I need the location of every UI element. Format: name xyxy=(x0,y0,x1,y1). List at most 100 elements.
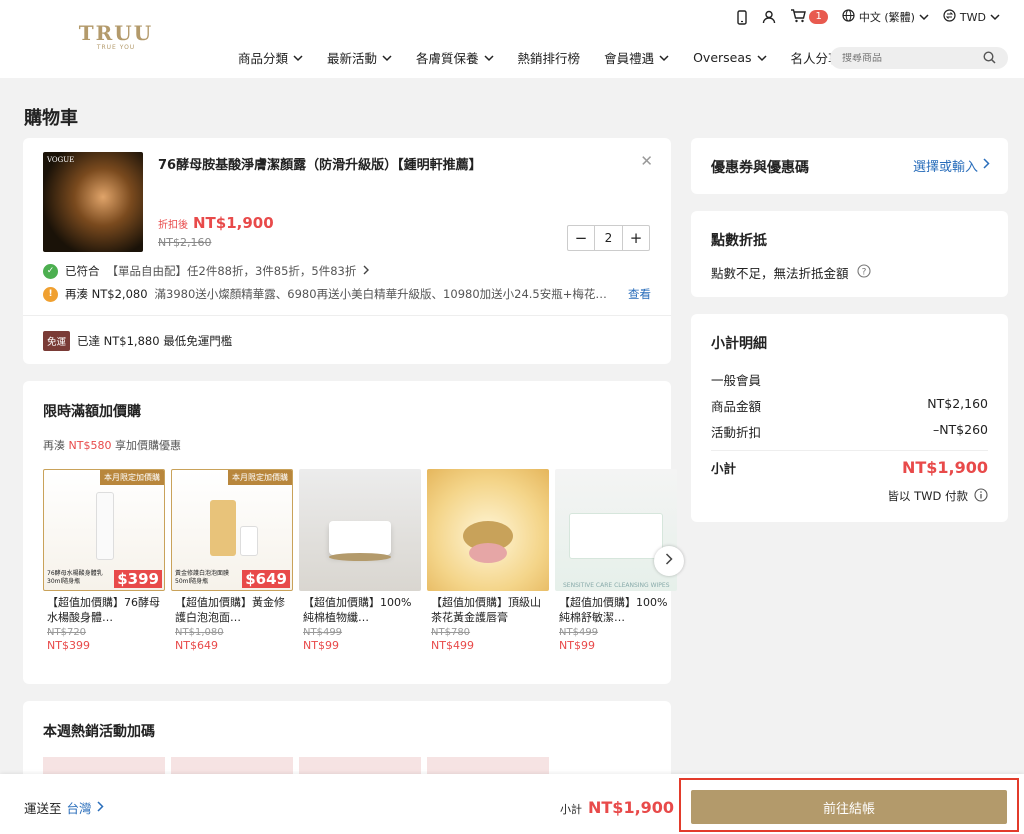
divider xyxy=(711,450,988,451)
product-name[interactable]: 76酵母胺基酸淨膚潔顏露（防滑升級版）【鍾明軒推薦】 xyxy=(158,154,482,173)
original-price: NT$2,160 xyxy=(158,236,212,249)
brand-name: TRUU xyxy=(78,21,154,45)
promo-more-row: ! 再湊 NT$2,080 滿3980送小燦顏精華露、6980再送小美白精華升級… xyxy=(43,286,651,302)
cart-count-badge: 1 xyxy=(809,10,828,24)
increase-quantity-button[interactable]: + xyxy=(623,226,649,250)
weekly-title: 本週熱銷活動加碼 xyxy=(43,724,155,740)
currency-label: TWD xyxy=(959,10,986,24)
subtotal-row: 小計 NT$1,900 xyxy=(711,458,988,477)
nav-item-label: 熱銷排行榜 xyxy=(517,51,581,66)
free-shipping-text: 已達 NT$1,880 最低免運門檻 xyxy=(77,334,233,348)
nav-item-label: Overseas xyxy=(693,50,752,65)
footer-subtotal: 小計 NT$1,900 xyxy=(560,798,674,817)
chevron-down-icon xyxy=(757,50,767,65)
ship-label: 運送至 xyxy=(24,801,62,816)
addon-product-image: 本月限定加價購 76酵母水楊酸身體乳 30ml隨身瓶 $399 xyxy=(43,469,165,591)
addon-price: NT$649 xyxy=(175,639,218,652)
addon-title: 限時滿額加價購 xyxy=(43,404,141,420)
addon-product-tile[interactable]: 【超值加價購】頂級山茶花黃金護唇膏 NT$780 NT$499 xyxy=(427,469,549,652)
cart-item-card: VOGUE 76酵母胺基酸淨膚潔顏露（防滑升級版）【鍾明軒推薦】 ✕ 折扣後 N… xyxy=(23,138,671,364)
addon-sub-suffix: 享加價購優惠 xyxy=(114,439,181,452)
addon-product-name: 【超值加價購】76酵母水楊酸身體… xyxy=(47,596,160,624)
addon-original-price: NT$720 xyxy=(47,627,87,638)
shipping-destination[interactable]: 運送至 台灣 xyxy=(24,798,104,817)
checkout-footer-bar: 運送至 台灣 小計 NT$1,900 前往結帳 xyxy=(0,774,1024,834)
product-image[interactable]: VOGUE xyxy=(43,152,143,252)
remove-item-close-icon[interactable]: ✕ xyxy=(640,152,653,170)
addon-original-price: NT$499 xyxy=(559,627,599,638)
alert-circle-icon: ! xyxy=(43,286,58,302)
promo-ribbon: 本月限定加價購 xyxy=(228,470,292,485)
addon-product-tile[interactable]: 本月限定加價購 76酵母水楊酸身體乳 30ml隨身瓶 $399 【超值加價購】7… xyxy=(43,469,165,652)
promo-matched-text: 【單品自由配】任2件88折，3件85折，5件83折 xyxy=(106,264,357,278)
top-utility-bar: 1 中文 (繁體) TWD xyxy=(736,8,1000,26)
cart-button[interactable]: 1 xyxy=(790,8,828,26)
addon-sub-prefix: 再湊 xyxy=(43,439,65,452)
nav-item-bestsellers[interactable]: 熱銷排行榜 xyxy=(518,48,581,67)
nav-item-member-perks[interactable]: 會員禮遇 xyxy=(604,48,669,67)
chevron-right-icon xyxy=(983,158,990,173)
promo-ribbon: 本月限定加價購 xyxy=(100,470,164,485)
chevron-down-icon xyxy=(990,11,1000,24)
svg-text:?: ? xyxy=(861,268,866,278)
coupon-title: 優惠券與優惠碼 xyxy=(711,160,809,176)
checkout-highlight-frame: 前往結帳 xyxy=(679,778,1019,832)
nav-item-label: 會員禮遇 xyxy=(604,51,655,66)
coupon-card: 優惠券與優惠碼 選擇或輸入 xyxy=(691,138,1008,194)
subtotal-value: NT$1,900 xyxy=(901,458,988,477)
quantity-value[interactable]: 2 xyxy=(594,226,623,250)
site-header: TRUU TRUE YOU 1 中文 (繁體) TWD 商品分類 最新活動 各膚… xyxy=(0,0,1024,78)
nav-item-overseas[interactable]: Overseas xyxy=(693,48,767,67)
summary-row-value: –NT$260 xyxy=(932,422,988,437)
user-icon[interactable] xyxy=(762,10,776,24)
cart-icon xyxy=(790,8,807,26)
footer-subtotal-value: NT$1,900 xyxy=(588,798,675,817)
coupon-select-link[interactable]: 選擇或輸入 xyxy=(913,156,990,175)
nav-item-label: 各膚質保養 xyxy=(416,51,479,66)
member-tier: 一般會員 xyxy=(711,370,988,389)
nav-item-label: 最新活動 xyxy=(327,51,378,66)
addon-sub-amount: NT$580 xyxy=(68,439,112,452)
check-circle-icon: ✓ xyxy=(43,263,58,279)
addon-original-price: NT$499 xyxy=(303,627,343,638)
discount-price-value: NT$1,900 xyxy=(193,214,274,232)
addon-product-name: 【超值加價購】100%純棉舒敏潔… xyxy=(559,596,668,624)
addon-original-price: NT$1,080 xyxy=(175,627,224,638)
addon-product-tile[interactable]: 【超值加價購】100%純棉植物纖… NT$499 NT$99 xyxy=(299,469,421,652)
addon-product-name: 【超值加價購】100%純棉植物纖… xyxy=(303,596,412,624)
addon-product-tile[interactable]: 本月限定加價購 黃金修護白泡泡面膜 50ml隨身瓶 $649 【超值加價購】黃金… xyxy=(171,469,293,652)
checkout-button[interactable]: 前往結帳 xyxy=(691,790,1007,824)
search-icon[interactable] xyxy=(983,51,996,68)
info-icon[interactable] xyxy=(974,488,988,505)
help-icon[interactable]: ? xyxy=(856,264,871,281)
summary-row-value: NT$2,160 xyxy=(927,396,988,411)
decrease-quantity-button[interactable]: − xyxy=(568,226,594,250)
addon-product-image xyxy=(427,469,549,591)
discounted-price: 折扣後 NT$1,900 xyxy=(158,214,274,232)
search-bar xyxy=(830,47,1008,69)
price-badge: $649 xyxy=(242,570,290,588)
nav-item-skin-types[interactable]: 各膚質保養 xyxy=(416,48,494,67)
promo-matched-row[interactable]: ✓ 已符合 【單品自由配】任2件88折，3件85折，5件83折 xyxy=(43,263,370,279)
summary-row: 活動折扣 –NT$260 xyxy=(711,422,988,441)
nav-item-latest-events[interactable]: 最新活動 xyxy=(327,48,392,67)
currency-selector[interactable]: TWD xyxy=(943,9,1000,25)
chevron-down-icon xyxy=(382,50,392,65)
mobile-icon[interactable] xyxy=(736,9,748,25)
promo-more-text: 滿3980送小燦顏精華露、6980再送小美白精華升級版、10980加送小24.5… xyxy=(154,287,607,301)
product-image-label: VOGUE xyxy=(47,156,75,164)
carousel-next-button[interactable] xyxy=(654,546,684,576)
price-badge: $399 xyxy=(114,570,162,588)
points-note-row: 點數不足，無法折抵金額 ? xyxy=(711,263,871,282)
search-input[interactable] xyxy=(842,52,982,64)
addon-price: NT$99 xyxy=(303,639,339,652)
language-selector[interactable]: 中文 (繁體) xyxy=(842,9,929,25)
brand-logo[interactable]: TRUU TRUE YOU xyxy=(76,22,156,52)
nav-item-categories[interactable]: 商品分類 xyxy=(238,48,303,67)
addon-product-image: 本月限定加價購 黃金修護白泡泡面膜 50ml隨身瓶 $649 xyxy=(171,469,293,591)
main-nav: 商品分類 最新活動 各膚質保養 熱銷排行榜 會員禮遇 Overseas 名人分享 xyxy=(238,48,841,67)
promo-view-link[interactable]: 查看 xyxy=(628,286,651,302)
chevron-right-icon xyxy=(363,264,370,278)
currency-exchange-icon xyxy=(943,9,956,25)
summary-row: 商品金額 NT$2,160 xyxy=(711,396,988,415)
